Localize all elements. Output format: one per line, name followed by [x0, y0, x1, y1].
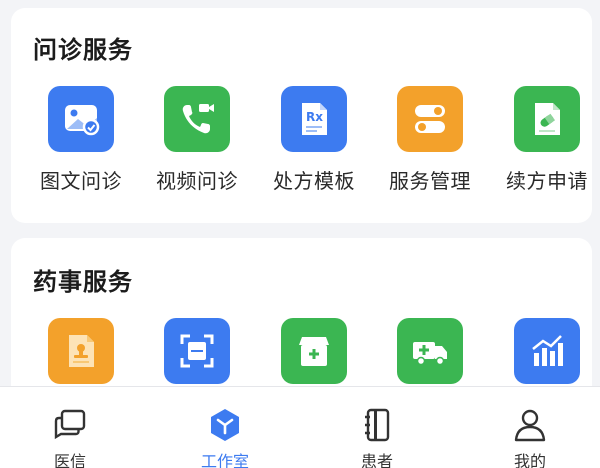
section-title: 药事服务: [33, 268, 133, 296]
consult-services-card: 问诊服务 图文问诊 视频问诊 Rx 处方模板 服务管理 续方申请: [11, 8, 592, 223]
bar-chart-icon: [514, 318, 580, 384]
toggle-settings-icon: [397, 86, 463, 152]
consult-item-renew-prescription[interactable]: 续方申请: [492, 86, 600, 194]
user-icon: [514, 409, 546, 442]
stamped-document-icon: [48, 318, 114, 384]
notebook-icon: [365, 408, 390, 442]
section-title: 问诊服务: [33, 36, 133, 64]
consult-services-grid: 图文问诊 视频问诊 Rx 处方模板 服务管理 续方申请: [11, 86, 592, 206]
pharmacy-item-1[interactable]: [26, 318, 136, 384]
pharmacy-item-3[interactable]: [259, 318, 369, 384]
consult-item-video[interactable]: 视频问诊: [142, 86, 252, 194]
tab-label: 我的: [513, 452, 546, 468]
workspace-cube-icon: [211, 409, 239, 441]
tab-messages[interactable]: 医信: [10, 387, 130, 468]
tab-label: 医信: [53, 452, 86, 468]
bottom-tab-bar: 医信 工作室 患者 我的: [0, 386, 600, 468]
app-screen: 问诊服务 图文问诊 视频问诊 Rx 处方模板 服务管理 续方申请 药事服务 医信…: [0, 0, 600, 468]
consult-item-service-management[interactable]: 服务管理: [375, 86, 485, 194]
pharmacy-services-card: 药事服务: [11, 238, 592, 408]
consult-item-prescription-template[interactable]: Rx 处方模板: [259, 86, 369, 194]
video-call-icon: [164, 86, 230, 152]
tab-label: 工作室: [200, 452, 249, 468]
tab-label: 患者: [360, 452, 393, 468]
svg-text:Rx: Rx: [306, 110, 323, 124]
consult-item-label: 服务管理: [389, 169, 471, 193]
ambulance-icon: [397, 318, 463, 384]
consult-item-label: 视频问诊: [156, 169, 238, 193]
consult-item-image-text[interactable]: 图文问诊: [26, 86, 136, 194]
medicine-box-icon: [281, 318, 347, 384]
prescription-rx-icon: Rx: [281, 86, 347, 152]
messages-icon: [54, 409, 86, 440]
consult-item-label: 续方申请: [506, 169, 588, 193]
tab-me[interactable]: 我的: [470, 387, 590, 468]
tab-patients[interactable]: 患者: [317, 387, 437, 468]
consult-item-label: 图文问诊: [40, 169, 122, 193]
pharmacy-item-4[interactable]: [375, 318, 485, 384]
pharmacy-item-2[interactable]: [142, 318, 252, 384]
scan-frame-icon: [164, 318, 230, 384]
pharmacy-item-5[interactable]: [492, 318, 600, 384]
renew-prescription-icon: [514, 86, 580, 152]
image-chat-icon: [48, 86, 114, 152]
consult-item-label: 处方模板: [273, 169, 355, 193]
tab-workspace[interactable]: 工作室: [165, 387, 285, 468]
